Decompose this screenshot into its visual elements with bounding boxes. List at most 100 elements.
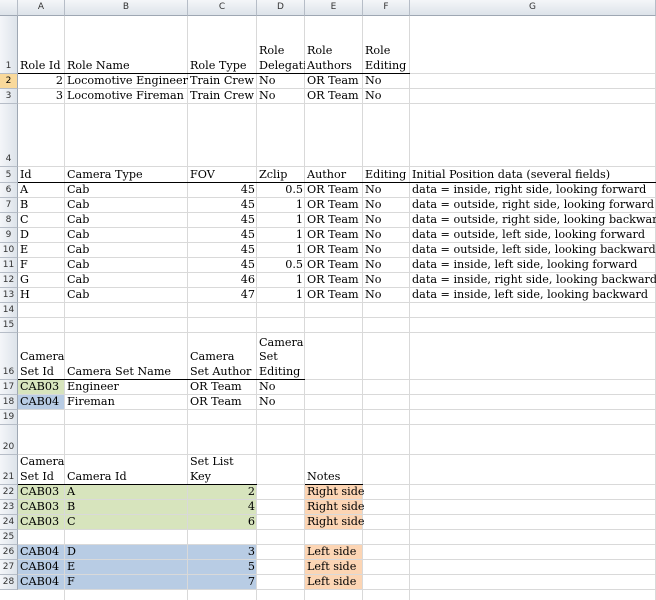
cell-b27[interactable]: E [65, 560, 188, 575]
cell-a9[interactable]: D [18, 228, 65, 243]
cell-e2[interactable]: OR Team [305, 74, 363, 89]
cell-b8[interactable]: Cab [65, 213, 188, 228]
cell-f5[interactable]: Camera Editing [363, 167, 410, 183]
cell-d1[interactable]: Role Delegation [257, 16, 305, 74]
row-header-19[interactable]: 19 [0, 410, 18, 425]
row-header-15[interactable]: 15 [0, 318, 18, 333]
cell-c9[interactable]: 45 [188, 228, 257, 243]
cell-b18[interactable]: Fireman [65, 395, 188, 410]
cell-f9[interactable]: No [363, 228, 410, 243]
cell-f3[interactable]: No [363, 89, 410, 104]
cell-f6[interactable]: No [363, 183, 410, 198]
row-header-27[interactable]: 27 [0, 560, 18, 575]
row-header-22[interactable]: 22 [0, 485, 18, 500]
row-header-20[interactable]: 20 [0, 425, 18, 455]
row-header-8[interactable]: 8 [0, 213, 18, 228]
cell-c3[interactable]: Train Crew [188, 89, 257, 104]
cell-e10[interactable]: OR Team [305, 243, 363, 258]
cell-e21[interactable]: Notes [305, 455, 363, 485]
cell-d5[interactable]: Camera Zclip [257, 167, 305, 183]
cell-c23[interactable]: 4 [188, 500, 257, 515]
cell-b28[interactable]: F [65, 575, 188, 590]
cell-c10[interactable]: 45 [188, 243, 257, 258]
cell-b23[interactable]: B [65, 500, 188, 515]
cell-c8[interactable]: 45 [188, 213, 257, 228]
column-header-a[interactable]: A [18, 0, 65, 16]
cell-c17[interactable]: OR Team [188, 380, 257, 395]
spreadsheet-grid[interactable]: A B C D E F G 1 Role Id Role Name Role Type Role De… [0, 0, 656, 600]
cell-a26[interactable]: CAB04 [18, 545, 65, 560]
row-header-28[interactable]: 28 [0, 575, 18, 590]
cell-b6[interactable]: Cab [65, 183, 188, 198]
cell-a21[interactable]: Camera Set Id [18, 455, 65, 485]
cell-b3[interactable]: Locomotive Fireman [65, 89, 188, 104]
cell-c13[interactable]: 47 [188, 288, 257, 303]
cell-c21[interactable]: Camera Set List Key [188, 455, 257, 485]
cell-c22[interactable]: 2 [188, 485, 257, 500]
cell-g8[interactable]: data = outside, right side, looking back… [410, 213, 656, 228]
row-header-25[interactable]: 25 [0, 530, 18, 545]
cell-b16[interactable]: Camera Set Name [65, 333, 188, 380]
cell-b12[interactable]: Cab [65, 273, 188, 288]
cell-a2[interactable]: 2 [18, 74, 65, 89]
cell-b9[interactable]: Cab [65, 228, 188, 243]
cell-e24[interactable]: Right side [305, 515, 365, 530]
select-all-corner[interactable] [0, 0, 18, 16]
row-header-2[interactable]: 2 [0, 74, 18, 89]
cell-a24[interactable]: CAB03 [18, 515, 65, 530]
row-header-7[interactable]: 7 [0, 198, 18, 213]
row-header-24[interactable]: 24 [0, 515, 18, 530]
row-header-18[interactable]: 18 [0, 395, 18, 410]
column-header-f[interactable]: F [363, 0, 410, 16]
cell-b1[interactable]: Role Name [65, 16, 188, 74]
cell-e9[interactable]: OR Team [305, 228, 363, 243]
row-header-21[interactable]: 21 [0, 455, 18, 485]
cell-a6[interactable]: A [18, 183, 65, 198]
row-header-5[interactable]: 5 [0, 167, 18, 183]
cell-d12[interactable]: 1 [257, 273, 305, 288]
cell-a1[interactable]: Role Id [18, 16, 65, 74]
cell-c24[interactable]: 6 [188, 515, 257, 530]
cell-c12[interactable]: 46 [188, 273, 257, 288]
cell-d13[interactable]: 1 [257, 288, 305, 303]
row-header-4[interactable]: 4 [0, 104, 18, 167]
column-header-e[interactable]: E [305, 0, 363, 16]
cell-f7[interactable]: No [363, 198, 410, 213]
row-header-13[interactable]: 13 [0, 288, 18, 303]
cell-b21[interactable]: Camera Id [65, 455, 188, 485]
cell-f8[interactable]: No [363, 213, 410, 228]
cell-a3[interactable]: 3 [18, 89, 65, 104]
row-header-1[interactable]: 1 [0, 16, 18, 74]
cell-a28[interactable]: CAB04 [18, 575, 65, 590]
row-header-6[interactable]: 6 [0, 183, 18, 198]
cell-c5[interactable]: Camera FOV [188, 167, 257, 183]
cell-f11[interactable]: No [363, 258, 410, 273]
row-header-26[interactable]: 26 [0, 545, 18, 560]
cell-d18[interactable]: No [257, 395, 305, 410]
row-header-11[interactable]: 11 [0, 258, 18, 273]
cell-a8[interactable]: C [18, 213, 65, 228]
column-header-b[interactable]: B [65, 0, 188, 16]
cell-e22[interactable]: Right side [305, 485, 365, 500]
cell-d2[interactable]: No [257, 74, 305, 89]
cell-d3[interactable]: No [257, 89, 305, 104]
cell-b22[interactable]: A [65, 485, 188, 500]
cell-a13[interactable]: H [18, 288, 65, 303]
cell-e7[interactable]: OR Team [305, 198, 363, 213]
cell-a11[interactable]: F [18, 258, 65, 273]
row-header-16[interactable]: 16 [0, 333, 18, 380]
cell-b17[interactable]: Engineer [65, 380, 188, 395]
cell-g6[interactable]: data = inside, right side, looking forwa… [410, 183, 656, 198]
cell-d8[interactable]: 1 [257, 213, 305, 228]
cell-e3[interactable]: OR Team [305, 89, 363, 104]
cell-f2[interactable]: No [363, 74, 410, 89]
cell-c7[interactable]: 45 [188, 198, 257, 213]
row-header-23[interactable]: 23 [0, 500, 18, 515]
column-header-c[interactable]: C [188, 0, 257, 16]
row-header-3[interactable]: 3 [0, 89, 18, 104]
cell-b24[interactable]: C [65, 515, 188, 530]
cell-d10[interactable]: 1 [257, 243, 305, 258]
cell-d7[interactable]: 1 [257, 198, 305, 213]
cell-e8[interactable]: OR Team [305, 213, 363, 228]
cell-c6[interactable]: 45 [188, 183, 257, 198]
